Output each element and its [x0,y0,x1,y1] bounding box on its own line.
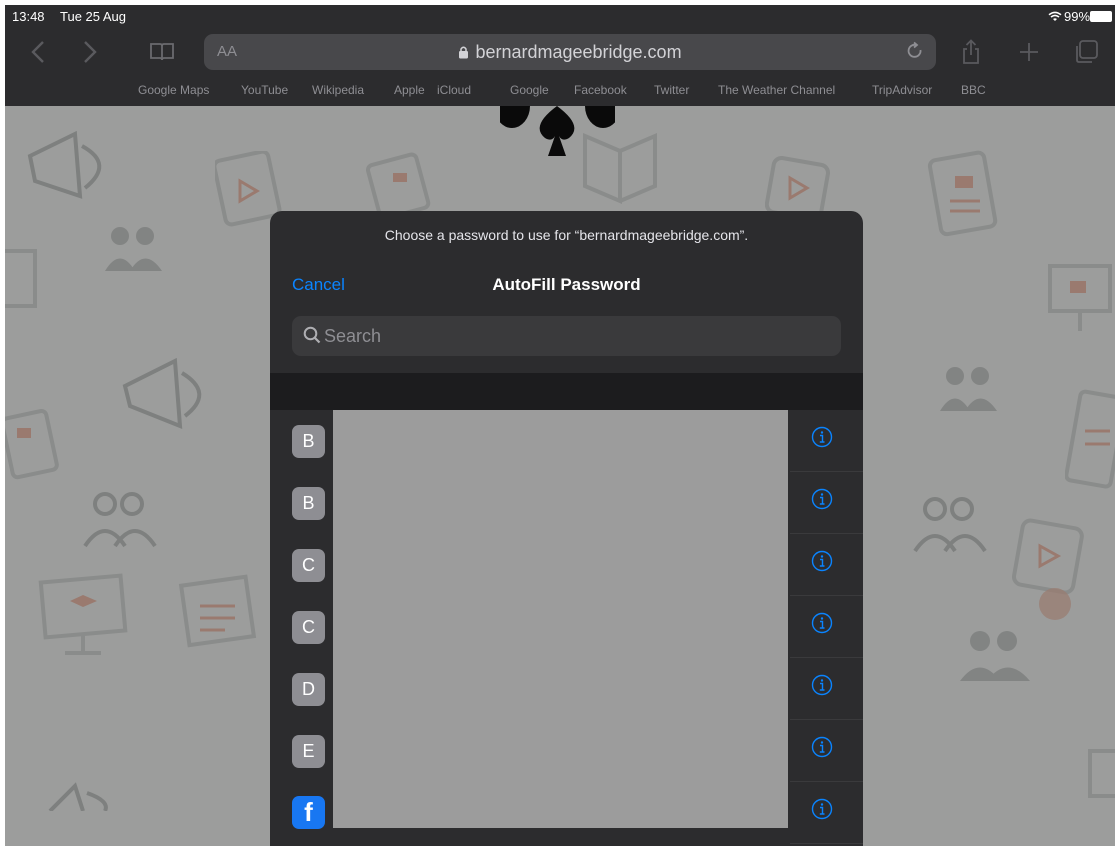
safari-toolbar: AA bernardmageebridge.com [5,32,1115,72]
info-icon[interactable] [811,426,833,448]
search-icon [303,326,321,349]
forward-button[interactable] [75,32,105,72]
share-icon [963,39,979,64]
autofill-password-popover: Choose a password to use for “bernardmag… [270,211,863,846]
browser-toolbar-area: 13:48 Tue 25 Aug 99% AA bernardmageebrid… [5,5,1115,106]
favorite-link[interactable]: BBC [961,83,986,97]
site-logo [494,84,621,163]
favorite-link[interactable]: iCloud [437,83,471,97]
bookmarks-button[interactable] [145,32,179,72]
favorite-link[interactable]: The Weather Channel [718,83,835,97]
facebook-icon: f [292,796,325,829]
back-button[interactable] [23,32,53,72]
letter-avatar: D [292,673,325,706]
screen: 13:48 Tue 25 Aug 99% AA bernardmageebrid… [5,5,1115,846]
wifi-icon [1048,10,1062,25]
board-icon [5,246,45,316]
section-divider [270,373,863,410]
info-icon[interactable] [811,736,833,758]
people-icon [80,486,160,556]
url-display[interactable]: bernardmageebridge.com [204,34,936,70]
chevron-right-icon [84,41,97,63]
people-icon [910,491,990,561]
popover-subtitle: Choose a password to use for “bernardmag… [384,227,749,243]
favorite-link[interactable]: Apple [394,83,425,97]
board-icon [1085,746,1115,806]
letter-avatar: B [292,487,325,520]
megaphone-icon [45,771,125,811]
battery-icon [1090,11,1112,22]
book-icon [150,43,174,61]
cancel-button[interactable]: Cancel [292,275,345,295]
redaction-overlay [333,410,788,828]
reload-icon [907,41,922,58]
plus-icon [1020,43,1038,61]
document-icon [925,146,1005,246]
search-field[interactable] [292,316,841,356]
url-text: bernardmageebridge.com [475,41,682,62]
info-icon[interactable] [811,674,833,696]
share-button[interactable] [955,32,987,72]
tabs-icon [1076,40,1098,63]
calendar-icon [175,566,265,656]
reload-button[interactable] [906,41,924,66]
info-icon[interactable] [811,612,833,634]
tabs-overview-button[interactable] [1068,32,1104,72]
search-input[interactable] [324,316,824,356]
people-icon [955,626,1035,686]
letter-avatar: C [292,549,325,582]
people-icon [935,361,1005,416]
status-time: 13:48 [12,9,45,24]
favorite-link[interactable]: Google [510,83,549,97]
video-note-icon [1065,386,1115,496]
favorite-link[interactable]: Google Maps [138,83,209,97]
favorite-link[interactable]: Twitter [654,83,689,97]
play-icon [1010,516,1090,626]
popover-title: AutoFill Password [492,275,641,294]
favorite-link[interactable]: Facebook [574,83,627,97]
favorite-link[interactable]: TripAdvisor [872,83,932,97]
battery-percentage: 99% [1064,9,1091,24]
megaphone-icon [20,126,120,206]
megaphone-icon [110,351,220,431]
info-icon[interactable] [811,798,833,820]
presentation-icon [1045,246,1115,336]
monitor-icon [35,571,135,661]
status-bar: 13:48 Tue 25 Aug 99% [5,5,1115,27]
password-list: B B C C D E f [270,410,863,846]
lock-icon [459,46,469,59]
letter-avatar: C [292,611,325,644]
chevron-left-icon [31,41,44,63]
letter-avatar: E [292,735,325,768]
video-note-icon [5,406,65,486]
info-icon[interactable] [811,488,833,510]
new-tab-button[interactable] [1013,32,1045,72]
info-icon[interactable] [811,550,833,572]
favorite-link[interactable]: Wikipedia [312,83,364,97]
people-icon [100,221,170,276]
favorite-link[interactable]: YouTube [241,83,288,97]
letter-avatar: B [292,425,325,458]
row-separator [790,843,863,844]
address-bar[interactable]: AA bernardmageebridge.com [204,34,936,70]
favorites-bar: Google Maps YouTube Wikipedia Apple iClo… [5,83,1115,103]
status-date: Tue 25 Aug [60,9,127,24]
